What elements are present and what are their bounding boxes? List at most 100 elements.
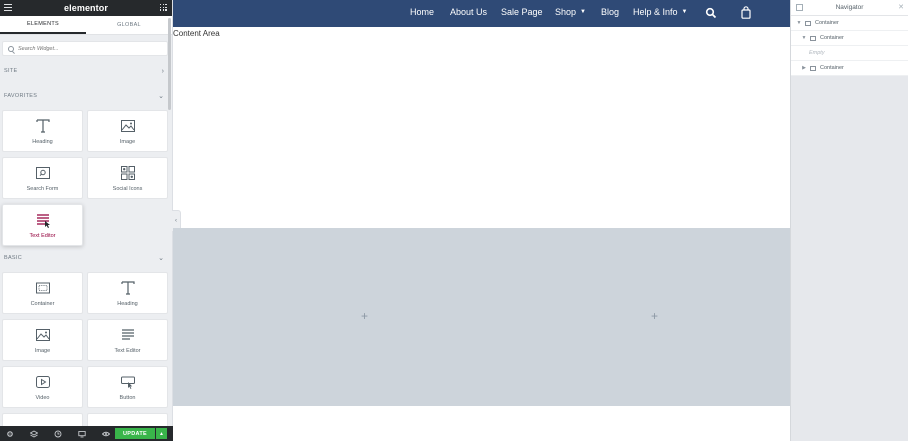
menu-item-label: Sale Page [501, 7, 543, 17]
video-icon [35, 376, 50, 388]
section-basic[interactable]: BASIC ⌄ [0, 252, 170, 264]
image-icon [35, 329, 50, 341]
menu-item-label: Home [410, 7, 435, 17]
content-area-label: Content Area [173, 29, 220, 38]
elementor-panel: elementor ELEMENTS GLOBAL SITE › FAVORIT… [0, 0, 173, 441]
widget-video[interactable]: Video [2, 366, 83, 408]
button-icon [120, 376, 135, 389]
caret-down-icon: ▼ [681, 9, 688, 15]
image-icon [120, 120, 135, 132]
container-icon [805, 20, 811, 26]
tree-item-container[interactable]: ▶ Container [791, 61, 908, 76]
container-icon [810, 35, 816, 41]
tab-global[interactable]: GLOBAL [86, 16, 172, 34]
widget-social-icons[interactable]: Social Icons [87, 157, 168, 199]
history-icon[interactable] [52, 428, 64, 440]
search-icon[interactable] [705, 7, 717, 19]
menu-item-shop[interactable]: Shop ▼ [555, 7, 586, 17]
elementor-logo: elementor [64, 3, 108, 13]
widget-label: Text Editor [114, 348, 141, 354]
widget-text-editor[interactable]: Text Editor [2, 204, 83, 246]
tab-elements[interactable]: ELEMENTS [0, 16, 86, 34]
menu-item-label: Help & Info [633, 7, 678, 17]
expand-all-icon[interactable] [796, 4, 803, 11]
tree-item-label: Container [820, 65, 844, 71]
widget-label: Container [30, 301, 55, 307]
widgets-grid-icon[interactable] [160, 4, 167, 11]
caret-down-icon[interactable]: ▼ [801, 35, 807, 41]
navigator-panel: Navigator ✕ ▼ Container ▼ Container Empt… [790, 0, 908, 441]
search-form-icon [35, 167, 50, 179]
chevron-down-icon: ⌄ [158, 254, 164, 262]
widget-image[interactable]: Image [87, 110, 168, 152]
panel-scrollbar[interactable] [168, 18, 171, 110]
panel-header: elementor [0, 0, 172, 16]
widget-image[interactable]: Image [2, 319, 83, 361]
preview-eye-icon[interactable] [100, 428, 112, 440]
widget-label: Search Form [26, 186, 59, 192]
tree-item-label: Container [815, 20, 839, 26]
widget-label: Heading [117, 301, 138, 307]
widget-label: Button [119, 395, 136, 401]
section-favorites-label: FAVORITES [4, 93, 38, 99]
widget-label: Text Editor [29, 233, 56, 239]
responsive-icon[interactable] [76, 428, 88, 440]
update-options-chevron-icon[interactable]: ▲ [156, 428, 167, 439]
social-icons-icon [120, 166, 135, 180]
section-favorites[interactable]: FAVORITES ⌄ [0, 90, 170, 102]
menu-item-blog[interactable]: Blog [601, 7, 619, 17]
panel-tabs: ELEMENTS GLOBAL [0, 16, 172, 35]
tree-item-container[interactable]: ▼ Container [791, 16, 908, 31]
widget-container[interactable]: Container [2, 272, 83, 314]
navigator-header: Navigator ✕ [791, 0, 908, 16]
menu-item-label: Shop [555, 7, 577, 17]
widget-search-input[interactable] [18, 45, 158, 52]
menu-item-label: Blog [601, 7, 620, 17]
tree-item-empty: Empty [791, 46, 908, 61]
menu-item-help-info[interactable]: Help & Info ▼ [633, 7, 687, 17]
menu-item-home[interactable]: Home [410, 7, 434, 17]
layers-icon[interactable] [28, 428, 40, 440]
panel-footer: UPDATE ▲ [0, 426, 173, 441]
menu-item-label: About Us [450, 7, 488, 17]
widget-search-box [2, 41, 168, 56]
search-icon [8, 45, 14, 52]
chevron-down-icon: ⌄ [158, 92, 164, 100]
navigator-title: Navigator [835, 4, 864, 11]
widget-text-editor[interactable]: Text Editor [87, 319, 168, 361]
container-element[interactable]: + + [173, 228, 790, 406]
section-site-label: SITE [4, 68, 18, 74]
update-button[interactable]: UPDATE [115, 428, 155, 439]
widget-button[interactable]: Button [87, 366, 168, 408]
text-editor-icon [121, 329, 134, 340]
container-icon [35, 282, 50, 294]
widget-label: Image [34, 348, 51, 354]
add-element-plus-icon[interactable]: + [651, 310, 658, 322]
shopping-bag-icon[interactable] [741, 6, 751, 19]
tree-item-container[interactable]: ▼ Container [791, 31, 908, 46]
widget-heading[interactable]: Heading [2, 110, 83, 152]
caret-down-icon: ▼ [580, 9, 586, 15]
widget-label: Image [119, 139, 136, 145]
widget-label: Social Icons [112, 186, 143, 192]
widget-heading[interactable]: Heading [87, 272, 168, 314]
widget-label: Video [35, 395, 50, 401]
heading-icon [120, 281, 135, 295]
container-icon [810, 65, 816, 71]
section-site[interactable]: SITE › [0, 65, 170, 77]
close-icon[interactable]: ✕ [898, 3, 904, 11]
tree-item-label: Container [820, 35, 844, 41]
add-element-plus-icon[interactable]: + [361, 310, 368, 322]
caret-right-icon[interactable]: ▶ [801, 65, 807, 71]
menu-item-about-us[interactable]: About Us [450, 7, 487, 17]
settings-icon[interactable] [4, 428, 16, 440]
caret-down-icon[interactable]: ▼ [796, 20, 802, 26]
section-basic-label: BASIC [4, 255, 23, 261]
navigator-tree: ▼ Container ▼ Container Empty ▶ Containe… [791, 16, 908, 76]
menu-icon[interactable] [4, 4, 12, 11]
chevron-right-icon: › [161, 67, 164, 75]
menu-item-sale-page[interactable]: Sale Page [501, 7, 543, 17]
heading-icon [35, 119, 50, 133]
widget-search-form[interactable]: Search Form [2, 157, 83, 199]
tree-item-label: Empty [809, 50, 825, 56]
